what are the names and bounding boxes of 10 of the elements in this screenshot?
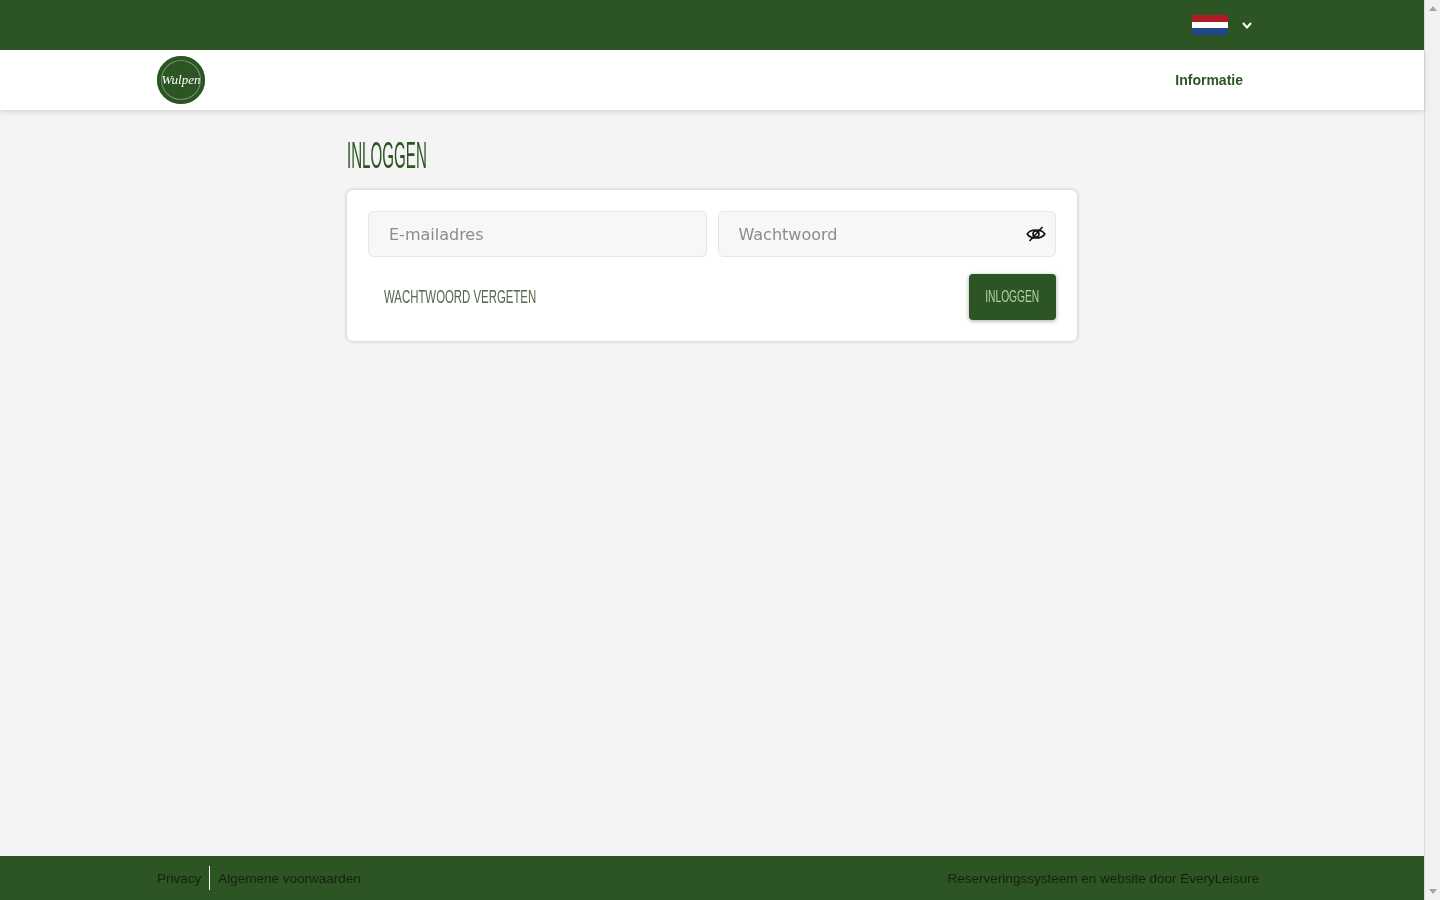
email-field[interactable]: E-mailadres: [368, 211, 707, 257]
login-button[interactable]: INLOGGEN: [969, 274, 1056, 320]
nav-link[interactable]: Informatie: [1175, 72, 1243, 88]
caret-icon[interactable]: [1242, 21, 1252, 29]
forgot-password-link[interactable]: WACHTWOORD VERGETEN: [384, 286, 537, 308]
eye-slash-icon[interactable]: [1026, 226, 1046, 242]
page-title: INLOGGEN: [347, 136, 427, 176]
logo[interactable]: Wulpen: [157, 56, 205, 104]
flag-icon[interactable]: [1192, 15, 1228, 35]
password-field[interactable]: Wachtwoord: [717, 211, 1056, 257]
